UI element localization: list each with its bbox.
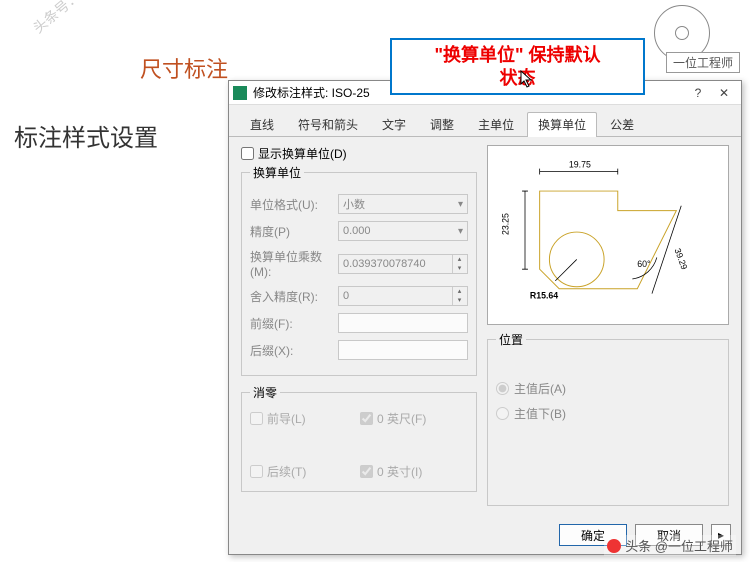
help-button[interactable]: ?: [685, 84, 711, 102]
zero-suppress-group: 消零 前导(L) 0 英尺(F) 后续(T) 0 英寸(I): [241, 384, 477, 492]
alt-units-legend: 换算单位: [250, 164, 304, 181]
watermark-top-left: 头条号：一位工程师: [29, 0, 138, 38]
tab-text[interactable]: 文字: [371, 112, 417, 137]
precision-label: 精度(P): [250, 223, 332, 240]
tab-fit[interactable]: 调整: [419, 112, 465, 137]
tab-tolerances[interactable]: 公差: [599, 112, 645, 137]
page-title: 尺寸标注: [140, 52, 228, 84]
multiplier-label: 换算单位乘数(M):: [250, 248, 332, 279]
position-after-radio[interactable]: 主值后(A): [496, 380, 720, 397]
preview-dim-top: 19.75: [569, 160, 591, 170]
zero-leading-checkbox[interactable]: 前导(L): [250, 410, 330, 427]
position-below-label: 主值下(B): [514, 405, 566, 422]
spin-up-icon[interactable]: ▴: [452, 255, 466, 264]
unit-format-select[interactable]: 小数: [338, 194, 468, 214]
zero-suppress-legend: 消零: [250, 384, 280, 401]
zero-feet-checkbox[interactable]: 0 英尺(F): [360, 410, 440, 427]
multiplier-value: 0.039370078740: [343, 258, 426, 270]
suffix-input[interactable]: [338, 340, 468, 360]
position-group: 位置 主值后(A) 主值下(B): [487, 331, 729, 506]
show-alt-label: 显示换算单位(D): [258, 145, 347, 162]
tab-symbols-arrows[interactable]: 符号和箭头: [287, 112, 369, 137]
show-alt-checkbox-input[interactable]: [241, 147, 254, 160]
footer-watermark-text: 头条 @一位工程师: [625, 536, 733, 555]
spin-up-icon[interactable]: ▴: [452, 287, 466, 296]
tab-bar: 直线 符号和箭头 文字 调整 主单位 换算单位 公差: [229, 105, 741, 137]
page-subtitle: 标注样式设置: [14, 118, 158, 153]
tab-primary-units[interactable]: 主单位: [467, 112, 525, 137]
spin-down-icon[interactable]: ▾: [452, 296, 466, 305]
position-legend: 位置: [496, 331, 526, 348]
alt-units-group: 换算单位 单位格式(U): 小数 精度(P) 0.000 换算单位乘数(M): …: [241, 164, 477, 376]
multiplier-input[interactable]: 0.039370078740 ▴▾: [338, 254, 468, 274]
zero-trailing-checkbox[interactable]: 后续(T): [250, 463, 330, 480]
app-icon: [233, 86, 247, 100]
spin-down-icon[interactable]: ▾: [452, 264, 466, 273]
preview-dim-right: 39.29: [673, 247, 690, 271]
unit-format-label: 单位格式(U):: [250, 196, 332, 213]
show-alt-units-checkbox[interactable]: 显示换算单位(D): [241, 145, 477, 162]
position-after-label: 主值后(A): [514, 380, 566, 397]
suffix-label: 后缀(X):: [250, 342, 332, 359]
engineer-label: 一位工程师: [666, 52, 740, 73]
position-below-radio[interactable]: 主值下(B): [496, 405, 720, 422]
footer-watermark: 头条 @一位工程师: [604, 535, 736, 556]
round-label: 舍入精度(R):: [250, 288, 332, 305]
prefix-label: 前缀(F):: [250, 315, 332, 332]
preview-dim-left: 23.25: [500, 213, 510, 235]
prefix-input[interactable]: [338, 313, 468, 333]
dimstyle-dialog: 修改标注样式: ISO-25 ? ✕ 直线 符号和箭头 文字 调整 主单位 换算…: [228, 80, 742, 555]
zero-inch-checkbox[interactable]: 0 英寸(I): [360, 463, 440, 480]
preview-dim-radius: R15.64: [530, 290, 558, 300]
callout-line1: "换算单位" 保持默认: [400, 44, 635, 67]
dimension-preview: 19.75 23.25 39.29 60° R15.64: [487, 145, 729, 325]
close-button[interactable]: ✕: [711, 84, 737, 102]
round-input[interactable]: 0 ▴▾: [338, 286, 468, 306]
tab-alternate-units[interactable]: 换算单位: [527, 112, 597, 137]
callout-line2: 状态: [400, 67, 635, 90]
round-value: 0: [343, 290, 349, 302]
preview-dim-angle: 60°: [637, 259, 650, 269]
tab-line[interactable]: 直线: [239, 112, 285, 137]
precision-select[interactable]: 0.000: [338, 221, 468, 241]
toutiao-logo-icon: [607, 539, 621, 553]
annotation-callout: "换算单位" 保持默认 状态: [390, 38, 645, 95]
